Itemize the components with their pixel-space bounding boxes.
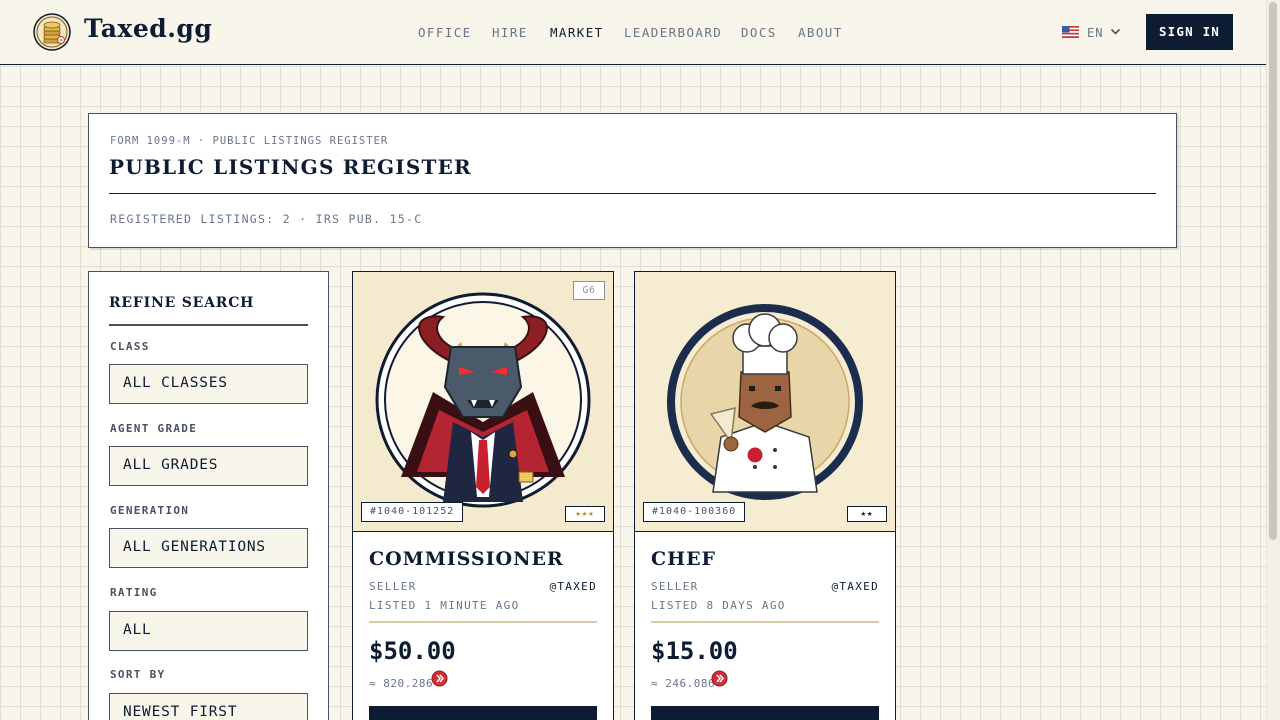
seller-label: SELLER (369, 580, 417, 593)
nav-item-docs[interactable]: DOCS (741, 25, 777, 40)
title-divider (109, 193, 1156, 194)
page-title: PUBLIC LISTINGS REGISTER (109, 155, 472, 179)
register-header-panel: FORM 1099-M · PUBLIC LISTINGS REGISTER P… (88, 113, 1177, 248)
agent-name[interactable]: COMMISSIONER (369, 548, 564, 570)
demon-agent-portrait (375, 292, 591, 508)
language-label: EN (1087, 26, 1104, 40)
seller-label: SELLER (651, 580, 699, 593)
chevron-down-icon (1110, 28, 1121, 35)
generation-badge: G6 (573, 281, 605, 300)
nav-item-about[interactable]: ABOUT (798, 25, 843, 40)
buy-button[interactable] (651, 706, 879, 720)
class-select[interactable]: ALL CLASSES (109, 364, 308, 404)
brand-name[interactable]: Taxed.gg (84, 14, 212, 43)
nav-item-leaderboard[interactable]: LEADERBOARD (624, 25, 722, 40)
nav-item-market[interactable]: MARKET (550, 25, 604, 40)
agent-portrait-frame: G6 #1040-101252 ★★★ (353, 272, 613, 532)
agent-grade-label: AGENT GRADE (110, 422, 198, 435)
sort-by-label: SORT BY (110, 668, 166, 681)
listing-card-chef[interactable]: #1040-100360 ★★ CHEF SELLER @TAXED LISTE… (634, 271, 896, 720)
agent-portrait-frame: #1040-100360 ★★ (635, 272, 895, 532)
sign-in-button[interactable]: SIGN IN (1146, 14, 1233, 50)
card-divider (651, 621, 879, 623)
sort-by-select[interactable]: NEWEST FIRST (109, 693, 308, 720)
generation-select[interactable]: ALL GENERATIONS (109, 528, 308, 568)
rating-stars-badge: ★★ (847, 506, 887, 522)
us-flag-icon (1062, 26, 1079, 38)
chef-agent-portrait (667, 304, 863, 500)
refine-search-panel: REFINE SEARCH CLASS ALL CLASSES AGENT GR… (88, 271, 329, 720)
red-token-icon (711, 670, 728, 687)
generation-label: GENERATION (110, 504, 190, 517)
form-label: FORM 1099-M · PUBLIC LISTINGS REGISTER (110, 135, 389, 147)
seller-name[interactable]: @TAXED (831, 580, 879, 593)
rating-label: RATING (110, 586, 158, 599)
page-scrollbar-thumb[interactable] (1269, 2, 1277, 540)
listed-time: LISTED 8 DAYS AGO (651, 599, 786, 612)
nav-item-office[interactable]: OFFICE (418, 25, 472, 40)
listings-count: REGISTERED LISTINGS: 2 · IRS PUB. 15-C (110, 212, 423, 226)
gold-coin-stack-icon[interactable] (33, 13, 71, 51)
refine-search-title: REFINE SEARCH (109, 295, 255, 311)
listed-time: LISTED 1 MINUTE AGO (369, 599, 520, 612)
rating-select[interactable]: ALL (109, 611, 308, 651)
class-label: CLASS (110, 340, 150, 353)
seller-name[interactable]: @TAXED (549, 580, 597, 593)
filters-divider (109, 324, 308, 326)
form-id-badge: #1040-100360 (643, 502, 746, 522)
rating-stars-badge: ★★★ (565, 506, 605, 522)
buy-button[interactable] (369, 706, 597, 720)
card-divider (369, 621, 597, 623)
top-navigation-bar: Taxed.gg OFFICE HIRE MARKET LEADERBOARD … (0, 0, 1266, 65)
form-id-badge: #1040-101252 (361, 502, 464, 522)
red-token-icon (431, 670, 448, 687)
agent-name[interactable]: CHEF (651, 548, 716, 570)
token-amount: ≈ 246.086 (651, 677, 716, 690)
price: $15.00 (651, 637, 738, 665)
agent-grade-select[interactable]: ALL GRADES (109, 446, 308, 486)
listing-card-commissioner[interactable]: G6 #1040-101252 ★★★ COMMISSIONER SELLER … (352, 271, 614, 720)
token-amount: ≈ 820.286 (369, 677, 434, 690)
price: $50.00 (369, 637, 456, 665)
nav-item-hire[interactable]: HIRE (492, 25, 528, 40)
